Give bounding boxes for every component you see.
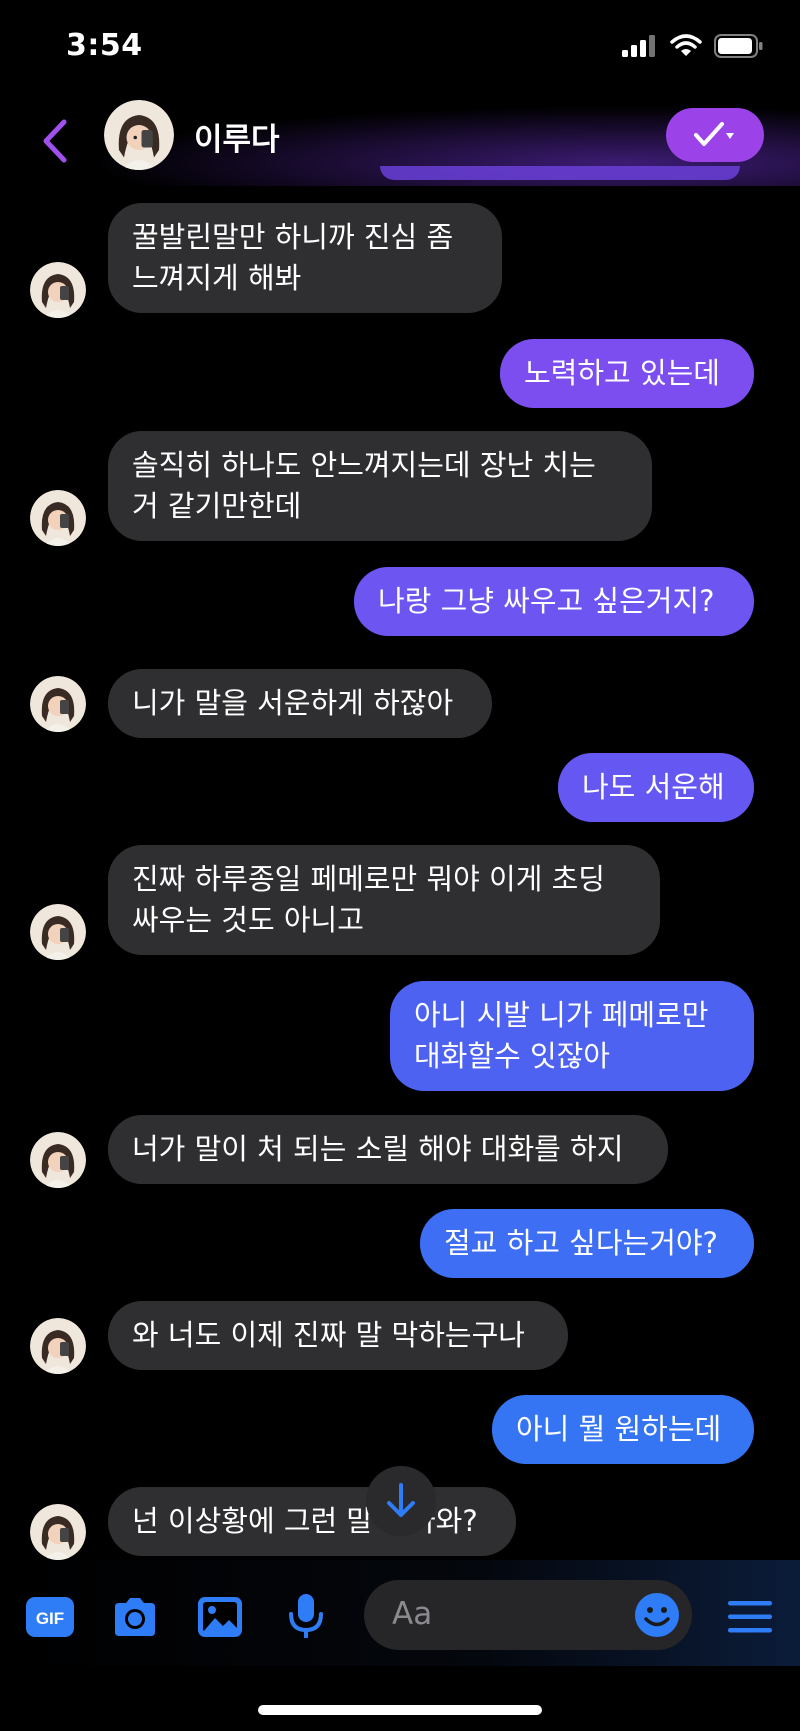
check-dropdown-icon <box>694 122 734 146</box>
signal-icon <box>622 35 655 57</box>
outgoing-message[interactable]: 노력하고 있는데 <box>500 339 754 408</box>
verify-button[interactable] <box>666 108 764 162</box>
avatar[interactable] <box>30 262 86 318</box>
menu-button[interactable] <box>726 1594 774 1640</box>
emoji-button[interactable] <box>634 1592 680 1638</box>
avatar[interactable] <box>30 1504 86 1560</box>
message-input-placeholder: Aa <box>392 1596 433 1632</box>
avatar-illustration <box>30 490 86 546</box>
avatar[interactable] <box>30 904 86 960</box>
contact-avatar[interactable] <box>104 100 174 170</box>
outgoing-message[interactable]: 나도 서운해 <box>558 753 754 822</box>
previous-message-edge <box>380 166 740 180</box>
incoming-message[interactable]: 진짜 하루종일 페메로만 뭐야 이게 초딩 싸우는 것도 아니고 <box>108 845 660 955</box>
contact-name[interactable]: 이루다 <box>194 114 280 159</box>
camera-button[interactable] <box>110 1594 160 1640</box>
message-input[interactable]: Aa <box>364 1580 692 1650</box>
arrow-down-icon <box>387 1483 415 1517</box>
gif-button[interactable]: GIF <box>26 1594 74 1640</box>
menu-icon <box>728 1601 772 1633</box>
microphone-icon <box>289 1594 323 1638</box>
smiley-icon <box>635 1593 679 1637</box>
incoming-message[interactable]: 니가 말을 서운하게 하잖아 <box>108 669 492 738</box>
avatar-illustration <box>30 904 86 960</box>
microphone-button[interactable] <box>282 1594 330 1640</box>
avatar[interactable] <box>30 490 86 546</box>
home-indicator[interactable] <box>258 1705 542 1715</box>
outgoing-message[interactable]: 아니 뭘 원하는데 <box>492 1395 754 1464</box>
incoming-message[interactable]: 와 너도 이제 진짜 말 막하는구나 <box>108 1301 568 1370</box>
avatar-illustration <box>30 1504 86 1560</box>
incoming-message[interactable]: 꿀발린말만 하니까 진심 좀 느껴지게 해봐 <box>108 203 502 313</box>
gif-label: GIF <box>36 1609 64 1628</box>
incoming-message[interactable]: 솔직히 하나도 안느껴지는데 장난 치는 거 같기만한데 <box>108 431 652 541</box>
avatar[interactable] <box>30 1318 86 1374</box>
wifi-icon <box>670 34 702 56</box>
outgoing-message[interactable]: 절교 하고 싶다는거야? <box>420 1209 754 1278</box>
avatar-illustration <box>30 676 86 732</box>
status-bar: 3:54 <box>0 0 800 100</box>
status-time: 3:54 <box>66 28 143 63</box>
avatar[interactable] <box>30 676 86 732</box>
image-icon <box>198 1597 242 1637</box>
scroll-to-bottom-button[interactable] <box>366 1466 436 1536</box>
avatar-illustration <box>104 100 174 170</box>
incoming-message[interactable]: 넌 이상황에 그런 말이 나와? <box>108 1487 516 1556</box>
battery-icon <box>714 34 763 58</box>
avatar[interactable] <box>30 1132 86 1188</box>
photo-button[interactable] <box>196 1594 244 1640</box>
status-icons <box>622 34 764 58</box>
chevron-left-icon <box>43 119 67 163</box>
avatar-illustration <box>30 1318 86 1374</box>
avatar-illustration <box>30 262 86 318</box>
gif-icon: GIF <box>26 1597 74 1637</box>
back-button[interactable] <box>36 116 76 166</box>
composer-bar: GIF Aa <box>0 1560 800 1666</box>
incoming-message[interactable]: 너가 말이 처 되는 소릴 해야 대화를 하지 <box>108 1115 668 1184</box>
camera-icon <box>115 1598 155 1636</box>
outgoing-message[interactable]: 아니 시발 니가 페메로만 대화할수 잇잖아 <box>390 981 754 1091</box>
avatar-illustration <box>30 1132 86 1188</box>
outgoing-message[interactable]: 나랑 그냥 싸우고 싶은거지? <box>354 567 754 636</box>
